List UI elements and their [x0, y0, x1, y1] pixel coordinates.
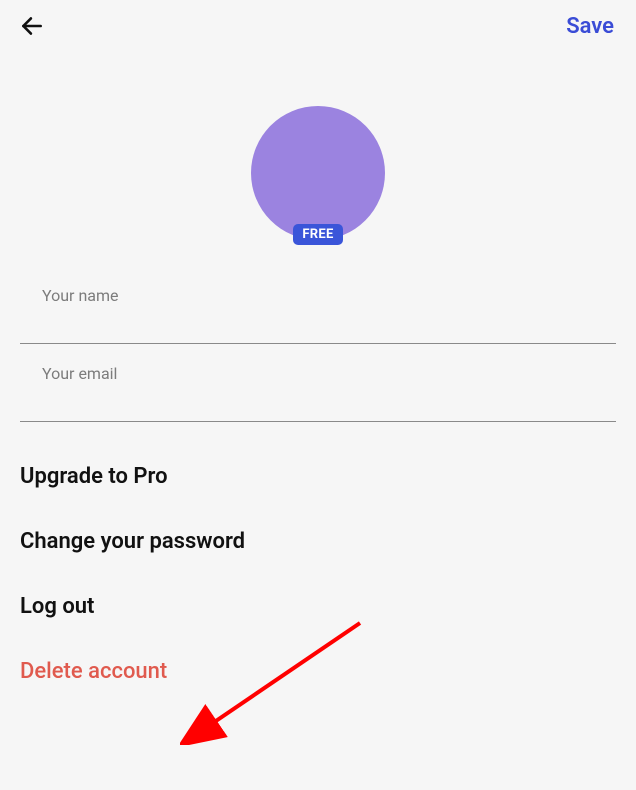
email-label: Your email [20, 364, 616, 383]
upgrade-to-pro-option[interactable]: Upgrade to Pro [20, 444, 616, 509]
name-label: Your name [20, 286, 616, 305]
logout-option[interactable]: Log out [20, 574, 616, 639]
plan-badge: FREE [293, 224, 342, 245]
change-password-option[interactable]: Change your password [20, 509, 616, 574]
save-button[interactable]: Save [566, 14, 618, 39]
avatar[interactable] [251, 106, 385, 240]
avatar-section: FREE [0, 106, 636, 240]
delete-account-option[interactable]: Delete account [20, 639, 616, 704]
input-fields: Your name Your email [0, 240, 636, 422]
options-list: Upgrade to Pro Change your password Log … [0, 422, 636, 704]
name-field[interactable]: Your name [20, 286, 616, 344]
email-field[interactable]: Your email [20, 364, 616, 422]
back-arrow-icon[interactable] [18, 12, 46, 40]
header: Save [0, 0, 636, 48]
